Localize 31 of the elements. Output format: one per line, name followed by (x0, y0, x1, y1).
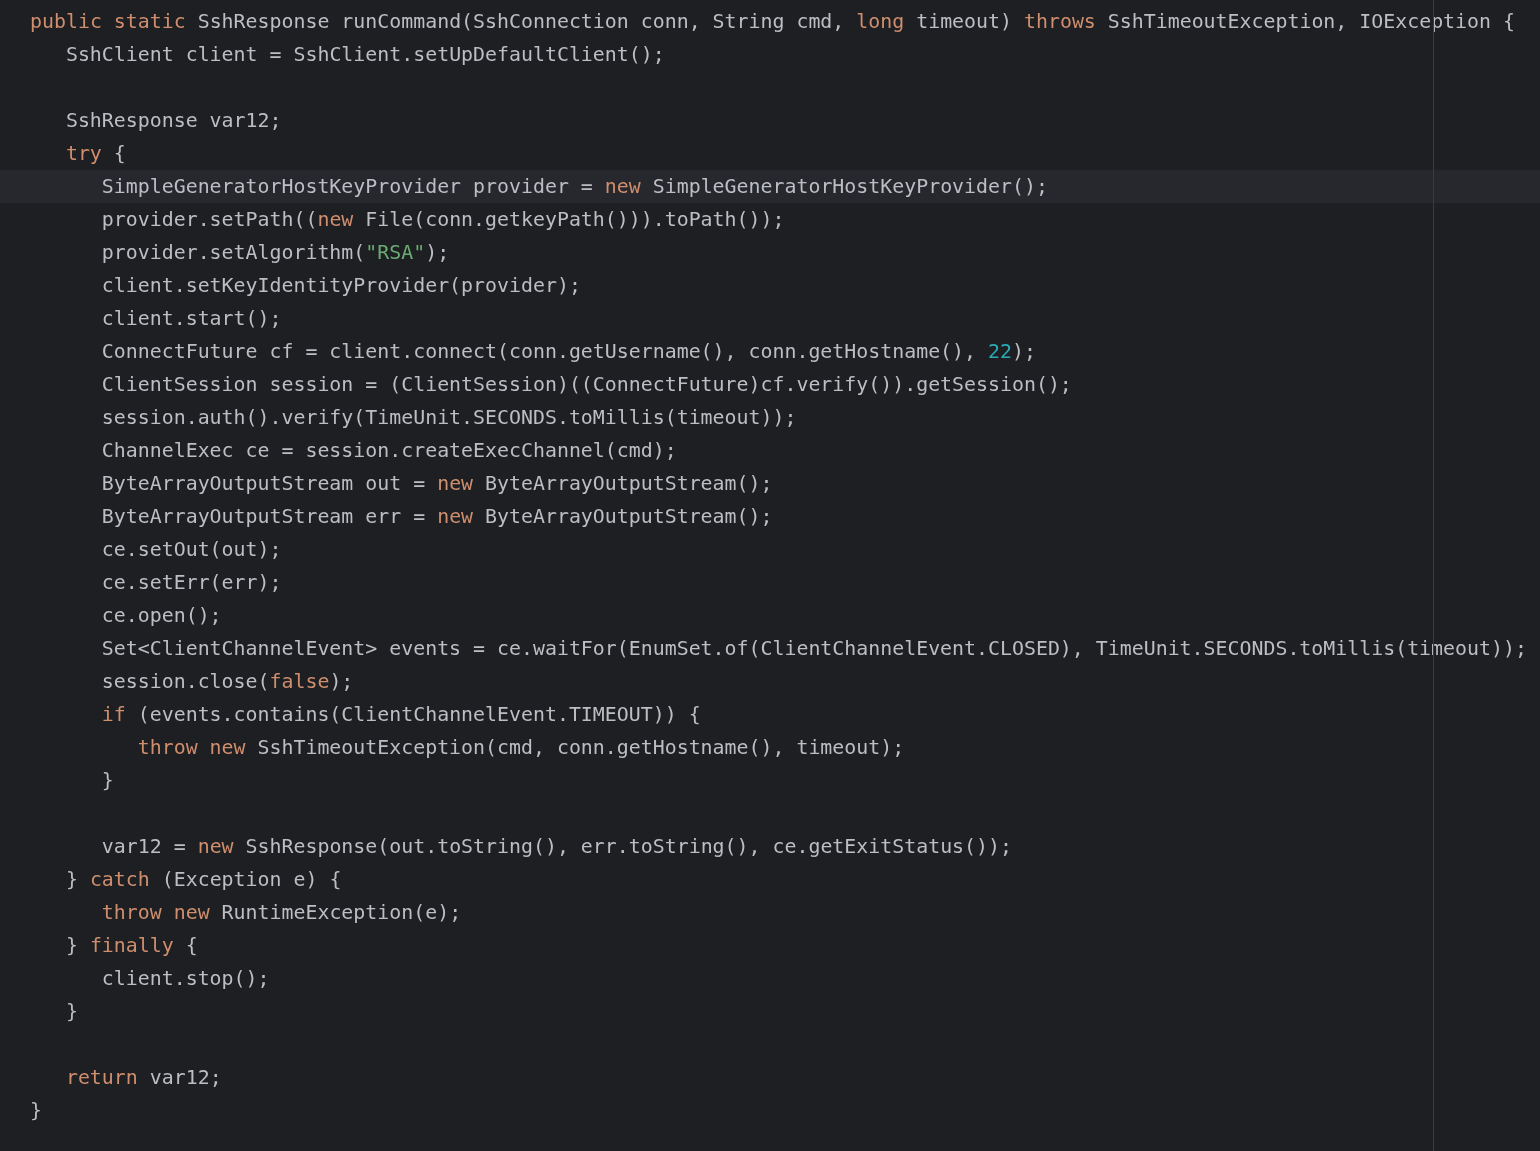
code-line: ce.open(); (101, 603, 222, 629)
code-line: SshResponse var12; (65, 108, 282, 134)
code-line: public static SshResponse runCommand(SshConnection conn, String cmd, long timeout) throws SshTimeoutException, IOException { (30, 9, 1515, 35)
code-line: } catch (Exception e) { (65, 867, 342, 893)
code-line: client.start(); (101, 306, 282, 332)
code-line: } finally { (65, 933, 198, 959)
code-line: throw new SshTimeoutException(cmd, conn.getHostname(), timeout); (137, 735, 905, 761)
code-line: ce.setErr(err); (101, 570, 282, 596)
code-line: provider.setAlgorithm("RSA"); (101, 240, 450, 266)
code-line: ClientSession session = (ClientSession)((ConnectFuture)cf.verify()).getSession(); (101, 372, 1072, 398)
code-line: throw new RuntimeException(e); (101, 900, 462, 926)
code-line: ByteArrayOutputStream err = new ByteArrayOutputStream(); (101, 504, 773, 530)
code-line: } (65, 999, 78, 1025)
code-line: } (30, 1098, 42, 1124)
code-line: try { (65, 141, 126, 167)
code-line: return var12; (65, 1065, 222, 1091)
code-line: client.setKeyIdentityProvider(provider); (101, 273, 581, 299)
code-line: SimpleGeneratorHostKeyProvider provider = new SimpleGeneratorHostKeyProvider(); (101, 174, 1048, 200)
code-line: session.close(false); (101, 669, 354, 695)
code-line: } (101, 768, 114, 794)
code-line: SshClient client = SshClient.setUpDefaultClient(); (65, 42, 665, 68)
code-line: ce.setOut(out); (101, 537, 282, 563)
code-line: Set<ClientChannelEvent> events = ce.waitFor(EnumSet.of(ClientChannelEvent.CLOSED), TimeUnit.SECONDS.toMillis(timeout)); (101, 636, 1527, 662)
code-line: session.auth().verify(TimeUnit.SECONDS.toMillis(timeout)); (101, 405, 797, 431)
code-line: if (events.contains(ClientChannelEvent.TIMEOUT)) { (101, 702, 701, 728)
code-line: client.stop(); (101, 966, 270, 992)
code-line: ChannelExec ce = session.createExecChannel(cmd); (101, 438, 677, 464)
code-line: ByteArrayOutputStream out = new ByteArrayOutputStream(); (101, 471, 773, 497)
code-line: provider.setPath((new File(conn.getkeyPath())).toPath()); (101, 207, 785, 233)
code-line: var12 = new SshResponse(out.toString(), err.toString(), ce.getExitStatus()); (101, 834, 1012, 860)
code-line: ConnectFuture cf = client.connect(conn.getUsername(), conn.getHostname(), 22); (101, 339, 1036, 365)
